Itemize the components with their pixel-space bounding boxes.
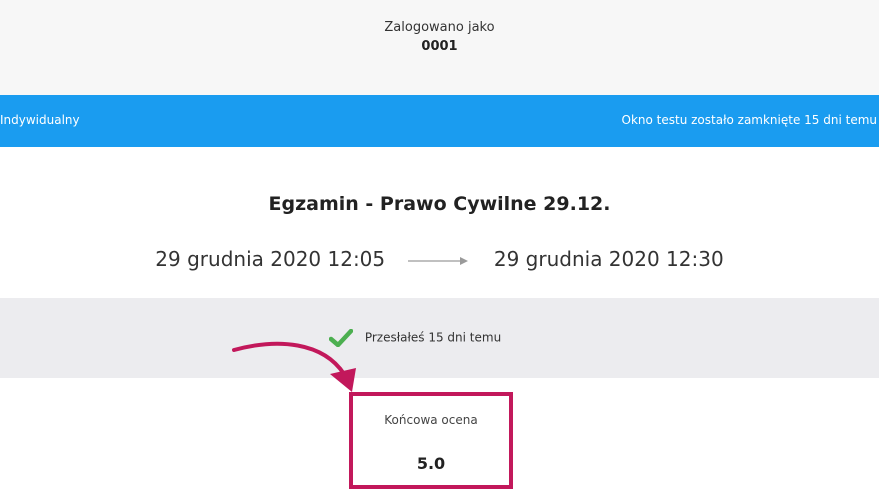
test-type-label: Indywidualny bbox=[0, 113, 80, 127]
login-header: Zalogowano jako 0001 bbox=[0, 0, 879, 95]
exam-title: Egzamin - Prawo Cywilne 29.12. bbox=[268, 193, 611, 215]
logged-in-user-id: 0001 bbox=[421, 39, 458, 54]
exam-time-range: 29 grudnia 2020 12:05 29 grudnia 2020 12… bbox=[0, 247, 879, 271]
exam-start-time: 29 grudnia 2020 12:05 bbox=[155, 247, 386, 271]
final-grade-label: Końcowa ocena bbox=[384, 413, 478, 427]
logged-in-label: Zalogowano jako bbox=[384, 20, 495, 35]
submission-status-band: Przesłałeś 15 dni temu bbox=[0, 298, 879, 378]
test-info-bar: Indywidualny Okno testu zostało zamknięt… bbox=[0, 95, 879, 147]
test-window-status: Okno testu zostało zamknięte 15 dni temu bbox=[621, 113, 878, 127]
final-grade-value: 5.0 bbox=[416, 454, 446, 473]
arrow-right-icon bbox=[407, 256, 468, 265]
final-grade-box: Końcowa ocena 5.0 bbox=[349, 392, 513, 489]
exam-end-time: 29 grudnia 2020 12:30 bbox=[493, 247, 724, 271]
curved-arrow-icon bbox=[232, 341, 356, 392]
test-result-page: Zalogowano jako 0001 Indywidualny Okno t… bbox=[0, 0, 879, 496]
submission-status-text: Przesłałeś 15 dni temu bbox=[364, 330, 502, 345]
